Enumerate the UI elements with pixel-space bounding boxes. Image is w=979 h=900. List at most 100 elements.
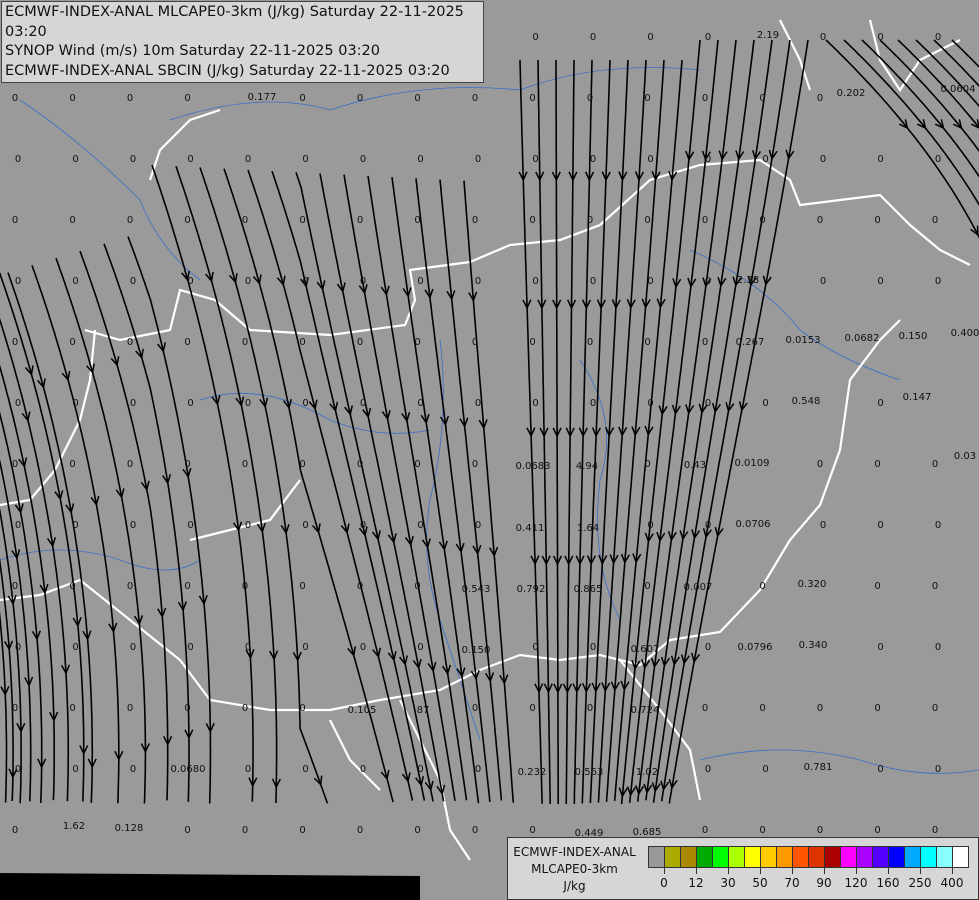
cape-zero-label: 0 [15,276,21,287]
legend-tick-mark [920,868,921,874]
river [19,99,201,281]
cape-zero-label: 0 [587,93,593,104]
cape-zero-label: 0 [299,703,305,714]
cape-zero-label: 0 [705,520,711,531]
cape-zero-label: 0 [357,581,363,592]
cape-value-label: 0.543 [462,584,491,595]
map-canvas[interactable]: 0.177 2.19 0.202 0.0604 2.38 0.267 0.0153 0.068… [0,0,979,900]
cape-zero-label: 0 [935,32,941,43]
cape-value-label: 2.19 [757,30,779,41]
cape-zero-label: 0 [12,825,18,836]
cape-zero-label: 0 [302,276,308,287]
cape-zero-label: 0 [12,581,18,592]
cape-zero-label: 0 [69,581,75,592]
cape-zero-label: 0 [69,337,75,348]
cape-zero-label: 0 [472,93,478,104]
cape-zero-label: 0 [529,703,535,714]
cape-zero-label: 0 [299,825,305,836]
cape-value-label: 0.0706 [736,519,771,530]
cape-value-label: 0.563 [575,767,604,778]
cape-zero-label: 0 [702,825,708,836]
cape-zero-label: 0 [475,520,481,531]
cape-zero-label: 0 [877,32,883,43]
cape-zero-label: 0 [874,459,880,470]
cape-zero-label: 0 [820,520,826,531]
color-legend: ECMWF-INDEX-ANAL MLCAPE0-3km J/kg 0 12 30 5… [507,837,979,900]
legend-tick-mark [760,868,761,874]
cape-zero-label: 0 [935,154,941,165]
cape-zero-label: 0 [475,398,481,409]
cape-zero-label: 0 [472,215,478,226]
legend-tick-mark [856,868,857,874]
country-border [148,108,221,181]
cape-zero-label: 0 [532,32,538,43]
cape-zero-label: 0 [245,764,251,775]
cape-zero-label: 0 [15,642,21,653]
cape-zero-label: 0 [817,93,823,104]
cape-zero-label: 0 [187,154,193,165]
cape-zero-label: 0 [647,398,653,409]
cape-value-label: 87 [417,705,430,716]
cape-zero-label: 0 [302,642,308,653]
cape-zero-label: 0 [532,276,538,287]
wind-streamlines-layer [0,39,979,805]
cape-zero-label: 0 [417,398,423,409]
cape-zero-label: 0 [532,154,538,165]
cape-zero-label: 0 [932,825,938,836]
cape-value-label: 0.0682 [845,333,880,344]
cape-zero-label: 0 [299,581,305,592]
cape-zero-label: 0 [472,703,478,714]
cape-zero-label: 0 [705,398,711,409]
cape-zero-label: 0 [932,459,938,470]
legend-swatch [696,846,713,868]
cape-zero-label: 0 [130,276,136,287]
cape-zero-label: 0 [762,764,768,775]
cape-zero-label: 0 [817,459,823,470]
legend-title: ECMWF-INDEX-ANAL MLCAPE0-3km J/kg [508,844,641,895]
cape-zero-label: 0 [759,703,765,714]
cape-value-label: 0.105 [348,705,377,716]
cape-value-label: 1.64 [577,523,599,534]
cape-zero-label: 0 [12,703,18,714]
cape-zero-label: 0 [127,215,133,226]
cape-zero-label: 0 [242,703,248,714]
cape-value-label: 0.267 [736,337,765,348]
cape-zero-label: 0 [644,337,650,348]
cape-zero-label: 0 [820,276,826,287]
cape-zero-label: 0 [242,337,248,348]
cape-zero-label: 0 [762,154,768,165]
cape-zero-label: 0 [417,154,423,165]
country-border [329,719,381,791]
cape-value-label: 0.0683 [516,461,551,472]
cape-zero-label: 0 [299,337,305,348]
legend-swatch [952,846,969,868]
cape-zero-label: 0 [644,215,650,226]
cape-zero-label: 0 [647,32,653,43]
cape-zero-label: 0 [932,581,938,592]
wind-streamline [825,39,979,239]
cape-zero-label: 0 [705,276,711,287]
cape-zero-label: 0 [817,703,823,714]
legend-swatch [840,846,857,868]
cape-zero-label: 0 [877,398,883,409]
cape-zero-label: 0 [877,276,883,287]
cape-zero-label: 0 [72,154,78,165]
weather-map[interactable]: 0.177 2.19 0.202 0.0604 2.38 0.267 0.0153 0.068… [0,0,979,900]
river [0,549,201,571]
legend-tick-label: 400 [940,876,964,890]
cape-zero-label: 0 [705,764,711,775]
cape-zero-label: 0 [647,276,653,287]
offmap-area [0,873,420,900]
cape-zero-label: 0 [72,520,78,531]
cape-zero-label: 0 [820,154,826,165]
cape-zero-label: 0 [242,581,248,592]
cape-zero-label: 0 [590,398,596,409]
legend-swatch [904,846,921,868]
cape-zero-label: 0 [475,764,481,775]
river [689,249,901,381]
wind-streamline [103,243,190,802]
cape-zero-label: 0 [935,764,941,775]
cape-zero-label: 0 [15,398,21,409]
river [199,392,431,434]
cape-zero-label: 0 [360,398,366,409]
